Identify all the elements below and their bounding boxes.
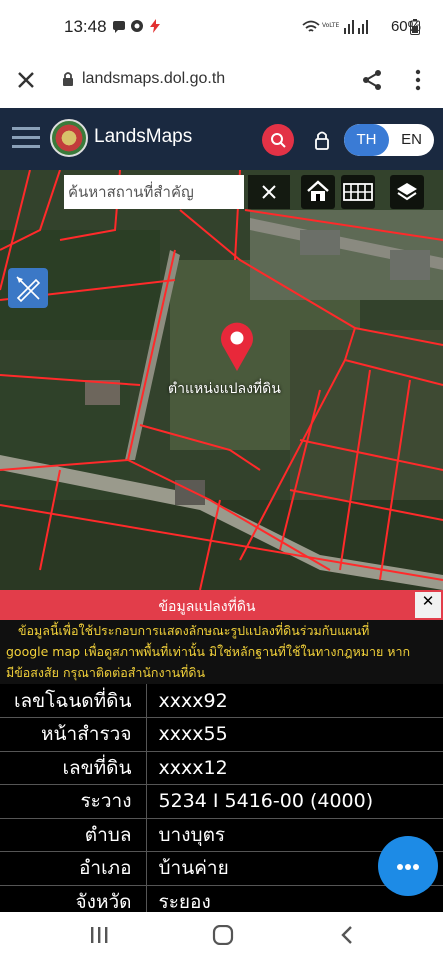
app-title: LandsMaps (94, 126, 193, 147)
system-nav-bar (0, 912, 443, 960)
table-row: หน้าสำรวจ xxxx55 (0, 717, 443, 752)
recent-apps-icon[interactable] (90, 926, 108, 944)
disclaimer-line-1: ข้อมูลนี้เพื่อใช้ประกอบการแสดงลักษณะรูปแ… (18, 623, 370, 638)
location-pin-icon (221, 322, 253, 371)
table-row: เลขที่ดิน xxxx12 (0, 751, 443, 785)
back-icon[interactable] (340, 925, 354, 945)
app-header: LandsMaps TH EN (0, 108, 443, 170)
disclaimer-line-2: google map เพื่อดูสภาพพื้นที่เท่านั้น มิ… (6, 644, 411, 659)
svg-text:VoLTE: VoLTE (322, 22, 339, 29)
parcel-info-header: ข้อมูลแปลงที่ดิน ✕ (0, 590, 443, 620)
row-label: ระวาง (0, 784, 147, 819)
pin-label: ตำแหน่งแปลงที่ดิน (168, 381, 281, 397)
message-icon (113, 21, 125, 33)
row-label: หน้าสำรวจ (0, 717, 147, 752)
close-tab-icon[interactable] (16, 70, 36, 90)
search-icon (271, 133, 286, 148)
lang-en-button[interactable]: EN (389, 124, 434, 156)
search-button[interactable] (262, 124, 294, 156)
more-dot (405, 864, 411, 870)
layers-button[interactable] (390, 175, 424, 209)
layers-icon (397, 183, 417, 201)
row-value: xxxx55 (146, 717, 443, 752)
grid-icon (343, 183, 373, 201)
map-view[interactable]: ค้นหาสถานที่สำคัญ ตำแหน่งแปลงที่ดิน (0, 170, 443, 590)
row-label: เลขที่ดิน (0, 751, 147, 785)
status-bar: 13:48 VoLTE 60% (0, 0, 443, 56)
disclaimer-line-3: มีข้อสงสัย กรุณาติดต่อสำนักงานที่ดิน (6, 665, 206, 680)
share-icon[interactable] (360, 68, 384, 92)
browser-toolbar: landsmaps.dol.go.th (0, 56, 443, 108)
parcel-info-title: ข้อมูลแปลงที่ดิน (158, 599, 256, 615)
table-row: ตำบล บางบุตร (0, 818, 443, 852)
hamburger-menu-icon[interactable] (12, 126, 40, 150)
panel-close-button[interactable]: ✕ (415, 592, 441, 618)
signal-icon: VoLTE (302, 20, 368, 34)
more-options-fab[interactable] (378, 836, 438, 896)
home-button[interactable] (301, 175, 335, 209)
lang-th-button[interactable]: TH (344, 124, 389, 156)
flash-icon (150, 19, 160, 33)
place-search-input[interactable]: ค้นหาสถานที่สำคัญ (64, 175, 244, 209)
parcel-info-table: เลขโฉนดที่ดิน xxxx92 หน้าสำรวจ xxxx55 เลขท… (0, 684, 443, 919)
row-label: เลขโฉนดที่ดิน (0, 684, 147, 718)
home-nav-icon[interactable] (212, 925, 234, 945)
language-toggle[interactable]: TH EN (344, 124, 434, 156)
table-row: ระวาง 5234 I 5416-00 (4000) (0, 784, 443, 819)
table-row: อำเภอ บ้านค่าย (0, 851, 443, 886)
chat-icon (131, 20, 143, 32)
battery-icon (410, 19, 420, 35)
row-value: xxxx92 (146, 684, 443, 718)
more-dot (397, 864, 403, 870)
login-lock-icon[interactable] (314, 130, 330, 150)
status-time: 13:48 (64, 17, 107, 36)
table-row: เลขโฉนดที่ดิน xxxx92 (0, 684, 443, 718)
more-dot (413, 864, 419, 870)
row-label: อำเภอ (0, 851, 147, 886)
clear-icon (262, 185, 276, 199)
more-vert-icon[interactable] (413, 68, 423, 92)
row-value: xxxx12 (146, 751, 443, 785)
dol-logo (50, 119, 88, 157)
url-text[interactable]: landsmaps.dol.go.th (82, 70, 225, 88)
row-label: ตำบล (0, 818, 147, 852)
search-clear-button[interactable] (248, 175, 290, 209)
row-value: 5234 I 5416-00 (4000) (146, 784, 443, 819)
draw-tool-button[interactable] (8, 268, 48, 308)
disclaimer-text: ข้อมูลนี้เพื่อใช้ประกอบการแสดงลักษณะรูปแ… (0, 620, 443, 684)
grid-button[interactable] (341, 175, 375, 209)
home-icon (307, 180, 329, 201)
lock-icon (63, 72, 73, 86)
ruler-pencil-icon (16, 276, 41, 302)
